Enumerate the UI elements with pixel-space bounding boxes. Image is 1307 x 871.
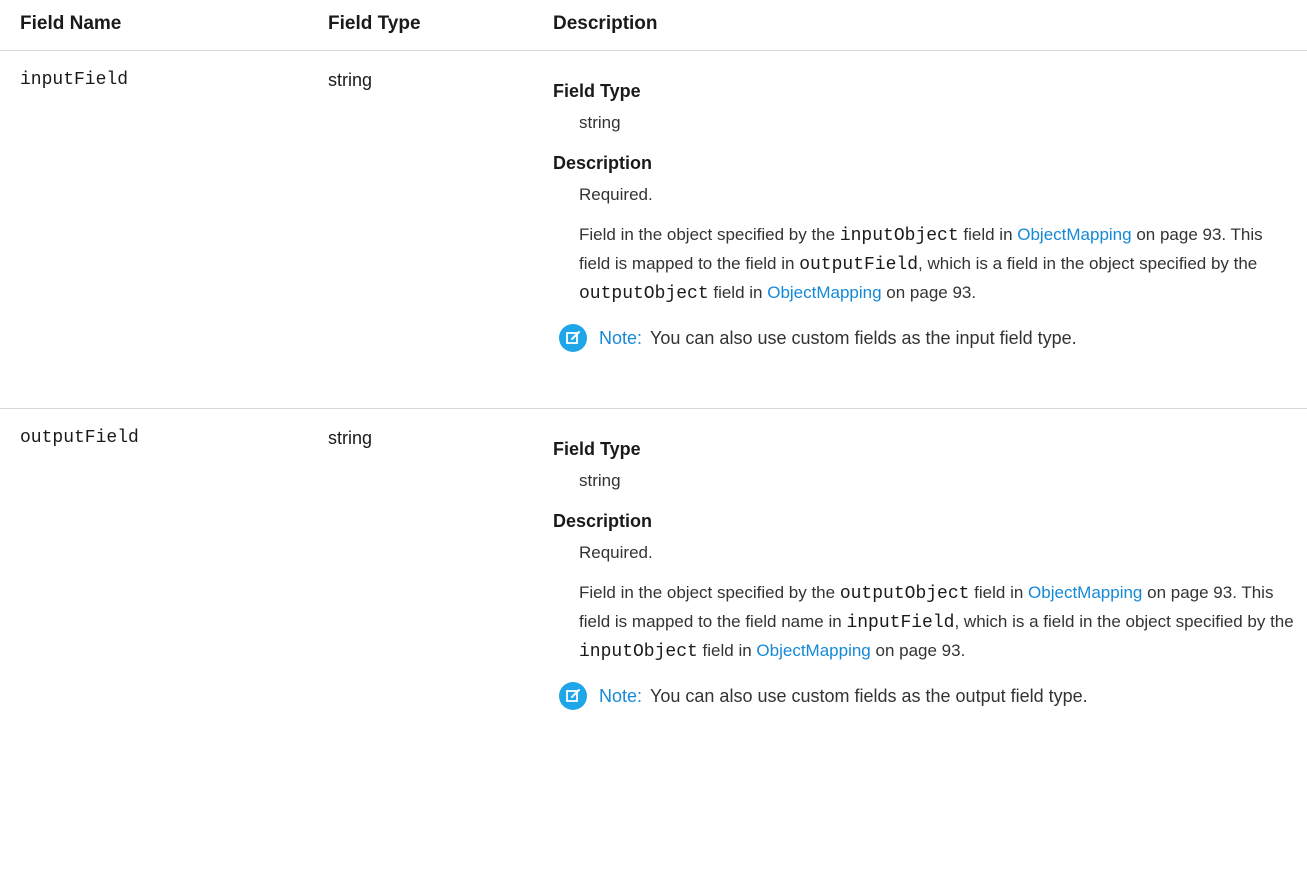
note-callout: Note: You can also use custom fields as …	[559, 682, 1298, 710]
body-text: on page 93.	[870, 641, 966, 660]
object-mapping-link[interactable]: ObjectMapping	[756, 641, 870, 660]
field-type-cell: string	[328, 70, 373, 90]
code-output-field: outputField	[799, 255, 919, 275]
field-type-label: Field Type	[553, 439, 641, 459]
description-label: Description	[553, 153, 653, 173]
body-text: on page 93.	[881, 283, 977, 302]
description-cell: Field Type string Description Required. …	[553, 437, 1298, 710]
header-field-type: Field Type	[328, 13, 421, 34]
description-body: Field in the object specified by the out…	[579, 579, 1298, 666]
field-type-cell: string	[328, 428, 373, 448]
object-mapping-link[interactable]: ObjectMapping	[1017, 225, 1131, 244]
field-name-cell: inputField	[20, 70, 129, 90]
required-text: Required.	[579, 185, 653, 204]
description-body: Field in the object specified by the inp…	[579, 221, 1298, 308]
note-text: You can also use custom fields as the in…	[650, 328, 1077, 348]
body-text: field in	[708, 283, 768, 302]
field-type-label: Field Type	[553, 81, 641, 101]
field-type-value: string	[579, 113, 621, 132]
table-row: inputField string Field Type string Desc…	[0, 51, 1307, 409]
body-text: field in	[697, 641, 757, 660]
code-output-object: outputObject	[579, 284, 709, 304]
body-text: Field in the object specified by the	[579, 225, 840, 244]
note-label: Note:	[599, 328, 643, 348]
object-mapping-link[interactable]: ObjectMapping	[767, 283, 881, 302]
body-text: , which is a field in the object specifi…	[918, 254, 1258, 273]
header-description: Description	[553, 13, 658, 34]
edit-note-icon	[559, 324, 587, 352]
field-name-cell: outputField	[20, 428, 139, 448]
note-text: You can also use custom fields as the ou…	[650, 686, 1088, 706]
header-field-name: Field Name	[20, 13, 122, 34]
object-mapping-link[interactable]: ObjectMapping	[1028, 583, 1142, 602]
description-label: Description	[553, 511, 653, 531]
body-text: field in	[969, 583, 1029, 602]
note-label: Note:	[599, 686, 643, 706]
body-text: , which is a field in the object specifi…	[954, 612, 1294, 631]
table-header: Field Name Field Type Description	[0, 0, 1307, 51]
required-text: Required.	[579, 543, 653, 562]
note-callout: Note: You can also use custom fields as …	[559, 324, 1298, 352]
code-output-object: outputObject	[839, 584, 970, 604]
edit-note-icon	[559, 682, 587, 710]
body-text: Field in the object specified by the	[579, 583, 840, 602]
description-cell: Field Type string Description Required. …	[553, 79, 1298, 352]
code-input-object: inputObject	[579, 642, 698, 662]
field-type-value: string	[579, 471, 621, 490]
code-input-object: inputObject	[839, 226, 959, 246]
table-row: outputField string Field Type string Des…	[0, 409, 1307, 829]
body-text: field in	[958, 225, 1018, 244]
code-input-field: inputField	[846, 613, 955, 633]
